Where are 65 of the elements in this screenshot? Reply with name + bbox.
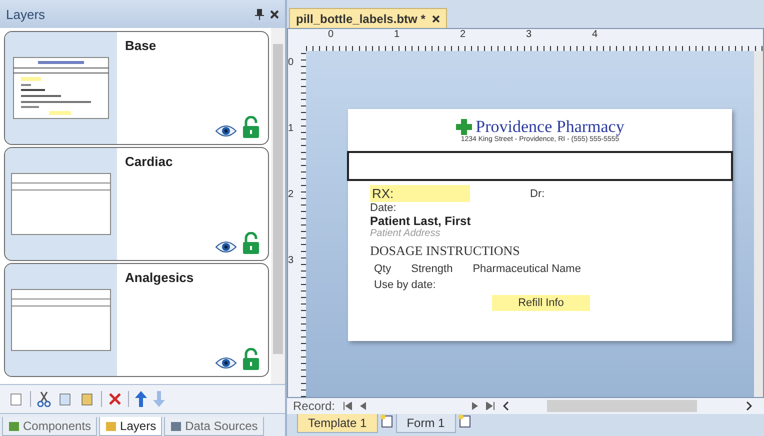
paste-icon[interactable] — [79, 391, 95, 407]
ruler-number: 3 — [288, 255, 295, 268]
layer-name: Cardiac — [125, 154, 174, 169]
layer-name: Base — [125, 38, 158, 53]
record-label: Record: — [293, 399, 336, 413]
doctor-field: Dr: — [530, 188, 545, 200]
horizontal-scrollbar[interactable] — [547, 400, 698, 412]
patient-name: Patient Last, First — [370, 214, 472, 228]
open-lock-icon[interactable] — [242, 348, 260, 370]
sheet-tab[interactable]: Form 1 — [396, 414, 456, 433]
open-lock-icon[interactable] — [242, 232, 260, 254]
first-record-icon[interactable] — [343, 402, 352, 410]
ruler-number: 3 — [526, 29, 533, 42]
panel-tab[interactable]: Data Sources — [164, 417, 264, 436]
dosage-instructions: DOSAGE INSTRUCTIONS — [370, 243, 521, 259]
rx-field: RX: — [370, 185, 470, 202]
new-layer-icon[interactable] — [8, 391, 24, 407]
scroll-left-icon[interactable] — [503, 401, 510, 411]
scroll-right-icon[interactable] — [746, 401, 752, 411]
ruler-number: 4 — [592, 29, 599, 42]
layer-card[interactable]: Base — [4, 31, 269, 145]
panel-tab[interactable]: Layers — [99, 417, 162, 436]
last-record-icon[interactable] — [486, 402, 496, 410]
ruler-number: 1 — [288, 123, 295, 136]
cut-icon[interactable] — [37, 391, 51, 407]
layer-name: Analgesics — [125, 270, 195, 285]
scrollbar[interactable] — [271, 28, 285, 384]
strength-field: Strength — [411, 263, 453, 275]
eye-icon[interactable] — [215, 240, 237, 254]
new-sheet-icon[interactable] — [380, 414, 394, 428]
next-record-icon[interactable] — [472, 402, 478, 410]
ruler-number: 1 — [394, 29, 401, 42]
copy-icon[interactable] — [57, 391, 73, 407]
ruler-number: 0 — [328, 29, 335, 42]
open-lock-icon[interactable] — [242, 116, 260, 138]
close-icon[interactable] — [432, 14, 440, 22]
quantity-field: Qty — [374, 263, 392, 275]
ruler-number: 2 — [460, 29, 467, 42]
previous-record-icon[interactable] — [360, 402, 366, 410]
pharmaceutical-name-field: Pharmaceutical Name — [472, 263, 581, 275]
new-sheet-icon[interactable] — [458, 414, 472, 428]
document-tab[interactable]: pill_bottle_labels.btw * — [289, 8, 448, 28]
panel-title: Layers — [6, 6, 46, 22]
ruler-number: 2 — [288, 189, 295, 202]
layers-icon — [105, 420, 118, 432]
close-icon[interactable] — [270, 10, 279, 18]
use-by-date-field: Use by date: — [374, 279, 732, 291]
data-sources-icon — [170, 420, 182, 432]
pin-icon[interactable] — [255, 8, 264, 20]
up-arrow-icon[interactable] — [135, 391, 147, 407]
layer-card[interactable]: Cardiac — [4, 147, 269, 261]
date-field: Date: — [370, 202, 732, 214]
delete-icon[interactable] — [108, 392, 122, 406]
refill-info-field: Refill Info — [492, 295, 590, 311]
cross-logo-icon — [456, 119, 472, 135]
panel-tab[interactable]: Components — [2, 417, 98, 436]
sheet-tab[interactable]: Template 1 — [297, 414, 378, 433]
components-icon — [8, 420, 20, 432]
scrollbar[interactable] — [754, 51, 763, 397]
layer-card[interactable]: Analgesics — [4, 263, 269, 377]
eye-icon[interactable] — [215, 356, 237, 370]
pharmacy-name: Providence Pharmacy — [476, 117, 624, 136]
ruler-number: 0 — [288, 57, 295, 70]
eye-icon[interactable] — [215, 124, 237, 138]
patient-address: Patient Address — [370, 228, 442, 239]
